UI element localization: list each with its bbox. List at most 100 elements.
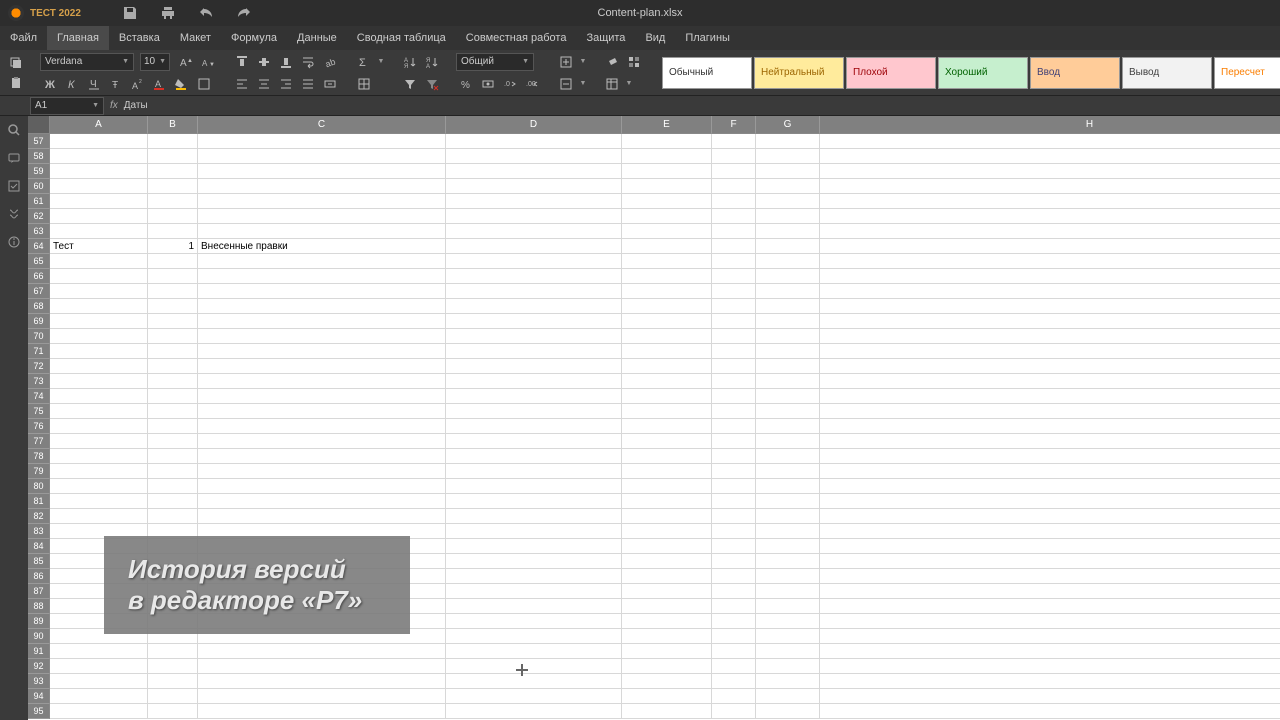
cell[interactable] — [148, 224, 198, 239]
font-color-button[interactable]: A — [150, 75, 170, 93]
cell[interactable] — [820, 629, 1280, 644]
cell[interactable] — [446, 314, 622, 329]
cell[interactable] — [712, 269, 756, 284]
cell[interactable] — [198, 284, 446, 299]
cell[interactable] — [148, 644, 198, 659]
cell[interactable] — [756, 614, 820, 629]
cell[interactable] — [756, 509, 820, 524]
align-bottom-icon[interactable] — [276, 53, 296, 71]
cell[interactable] — [148, 314, 198, 329]
row-header[interactable]: 60 — [28, 179, 50, 194]
cell[interactable] — [820, 209, 1280, 224]
formula-input[interactable]: Даты — [124, 100, 148, 111]
cell[interactable] — [622, 689, 712, 704]
column-header[interactable]: D — [446, 116, 622, 134]
cell[interactable] — [50, 674, 148, 689]
cell[interactable] — [50, 179, 148, 194]
cell[interactable] — [820, 194, 1280, 209]
cell[interactable] — [148, 269, 198, 284]
cell[interactable] — [820, 389, 1280, 404]
fx-label[interactable]: fx — [110, 100, 118, 111]
cell[interactable] — [712, 284, 756, 299]
cell[interactable] — [712, 164, 756, 179]
row-header[interactable]: 59 — [28, 164, 50, 179]
cell[interactable] — [712, 704, 756, 719]
sum-icon[interactable]: Σ — [354, 53, 374, 71]
cell[interactable] — [622, 509, 712, 524]
cell[interactable] — [148, 674, 198, 689]
row-header[interactable]: 83 — [28, 524, 50, 539]
cell[interactable] — [712, 299, 756, 314]
cell[interactable] — [446, 374, 622, 389]
underline-button[interactable]: Ч — [84, 75, 104, 93]
cell[interactable] — [198, 179, 446, 194]
search-icon[interactable] — [6, 122, 22, 138]
cell[interactable] — [712, 479, 756, 494]
cell[interactable] — [198, 404, 446, 419]
undo-icon[interactable] — [197, 4, 215, 22]
menu-item-данные[interactable]: Данные — [287, 26, 347, 50]
align-center-icon[interactable] — [254, 75, 274, 93]
row-header[interactable]: 76 — [28, 419, 50, 434]
cell-styles-gallery[interactable]: ОбычныйНейтральныйПлохойХорошийВводВывод… — [662, 57, 1280, 89]
cell[interactable] — [712, 509, 756, 524]
clear-filter-icon[interactable] — [422, 75, 442, 93]
cell[interactable] — [820, 614, 1280, 629]
cell[interactable] — [820, 239, 1280, 254]
cell[interactable] — [50, 449, 148, 464]
cell[interactable] — [198, 434, 446, 449]
cell[interactable] — [446, 344, 622, 359]
cell[interactable] — [756, 599, 820, 614]
cell[interactable] — [712, 194, 756, 209]
row-header[interactable]: 77 — [28, 434, 50, 449]
column-header[interactable]: C — [198, 116, 446, 134]
cell[interactable] — [50, 254, 148, 269]
cell[interactable] — [622, 464, 712, 479]
cell[interactable] — [820, 464, 1280, 479]
row-header[interactable]: 87 — [28, 584, 50, 599]
row-headers[interactable]: 5758596061626364656667686970717273747576… — [28, 134, 50, 720]
cell[interactable] — [50, 194, 148, 209]
cell[interactable] — [820, 374, 1280, 389]
cell[interactable] — [622, 584, 712, 599]
column-header[interactable]: H — [820, 116, 1280, 134]
cell[interactable]: Тест — [50, 239, 148, 254]
cell[interactable] — [712, 419, 756, 434]
cell[interactable] — [756, 479, 820, 494]
cell[interactable] — [198, 704, 446, 719]
cell[interactable] — [446, 284, 622, 299]
cell[interactable] — [446, 449, 622, 464]
cell[interactable] — [50, 269, 148, 284]
row-header[interactable]: 64 — [28, 239, 50, 254]
cell[interactable] — [820, 449, 1280, 464]
save-icon[interactable] — [121, 4, 139, 22]
cell[interactable] — [820, 509, 1280, 524]
cell[interactable] — [50, 164, 148, 179]
cell[interactable] — [50, 134, 148, 149]
cell[interactable] — [198, 164, 446, 179]
cell[interactable] — [148, 164, 198, 179]
cell[interactable] — [446, 704, 622, 719]
column-headers[interactable]: ABCDEFGH — [28, 116, 1280, 134]
align-middle-icon[interactable] — [254, 53, 274, 71]
cell[interactable] — [198, 359, 446, 374]
cell[interactable] — [446, 644, 622, 659]
cell[interactable] — [756, 539, 820, 554]
cell[interactable] — [446, 269, 622, 284]
info-icon[interactable] — [6, 234, 22, 250]
cell[interactable] — [756, 524, 820, 539]
cell[interactable] — [712, 434, 756, 449]
cell[interactable] — [712, 314, 756, 329]
style-cell[interactable]: Ввод — [1030, 57, 1120, 89]
cell[interactable] — [622, 194, 712, 209]
style-cell[interactable]: Вывод — [1122, 57, 1212, 89]
row-header[interactable]: 58 — [28, 149, 50, 164]
cell[interactable] — [148, 419, 198, 434]
cell[interactable] — [148, 284, 198, 299]
cell[interactable] — [198, 509, 446, 524]
align-top-icon[interactable] — [232, 53, 252, 71]
cell[interactable] — [756, 644, 820, 659]
cell[interactable] — [820, 554, 1280, 569]
cell[interactable] — [50, 374, 148, 389]
cell[interactable] — [198, 659, 446, 674]
